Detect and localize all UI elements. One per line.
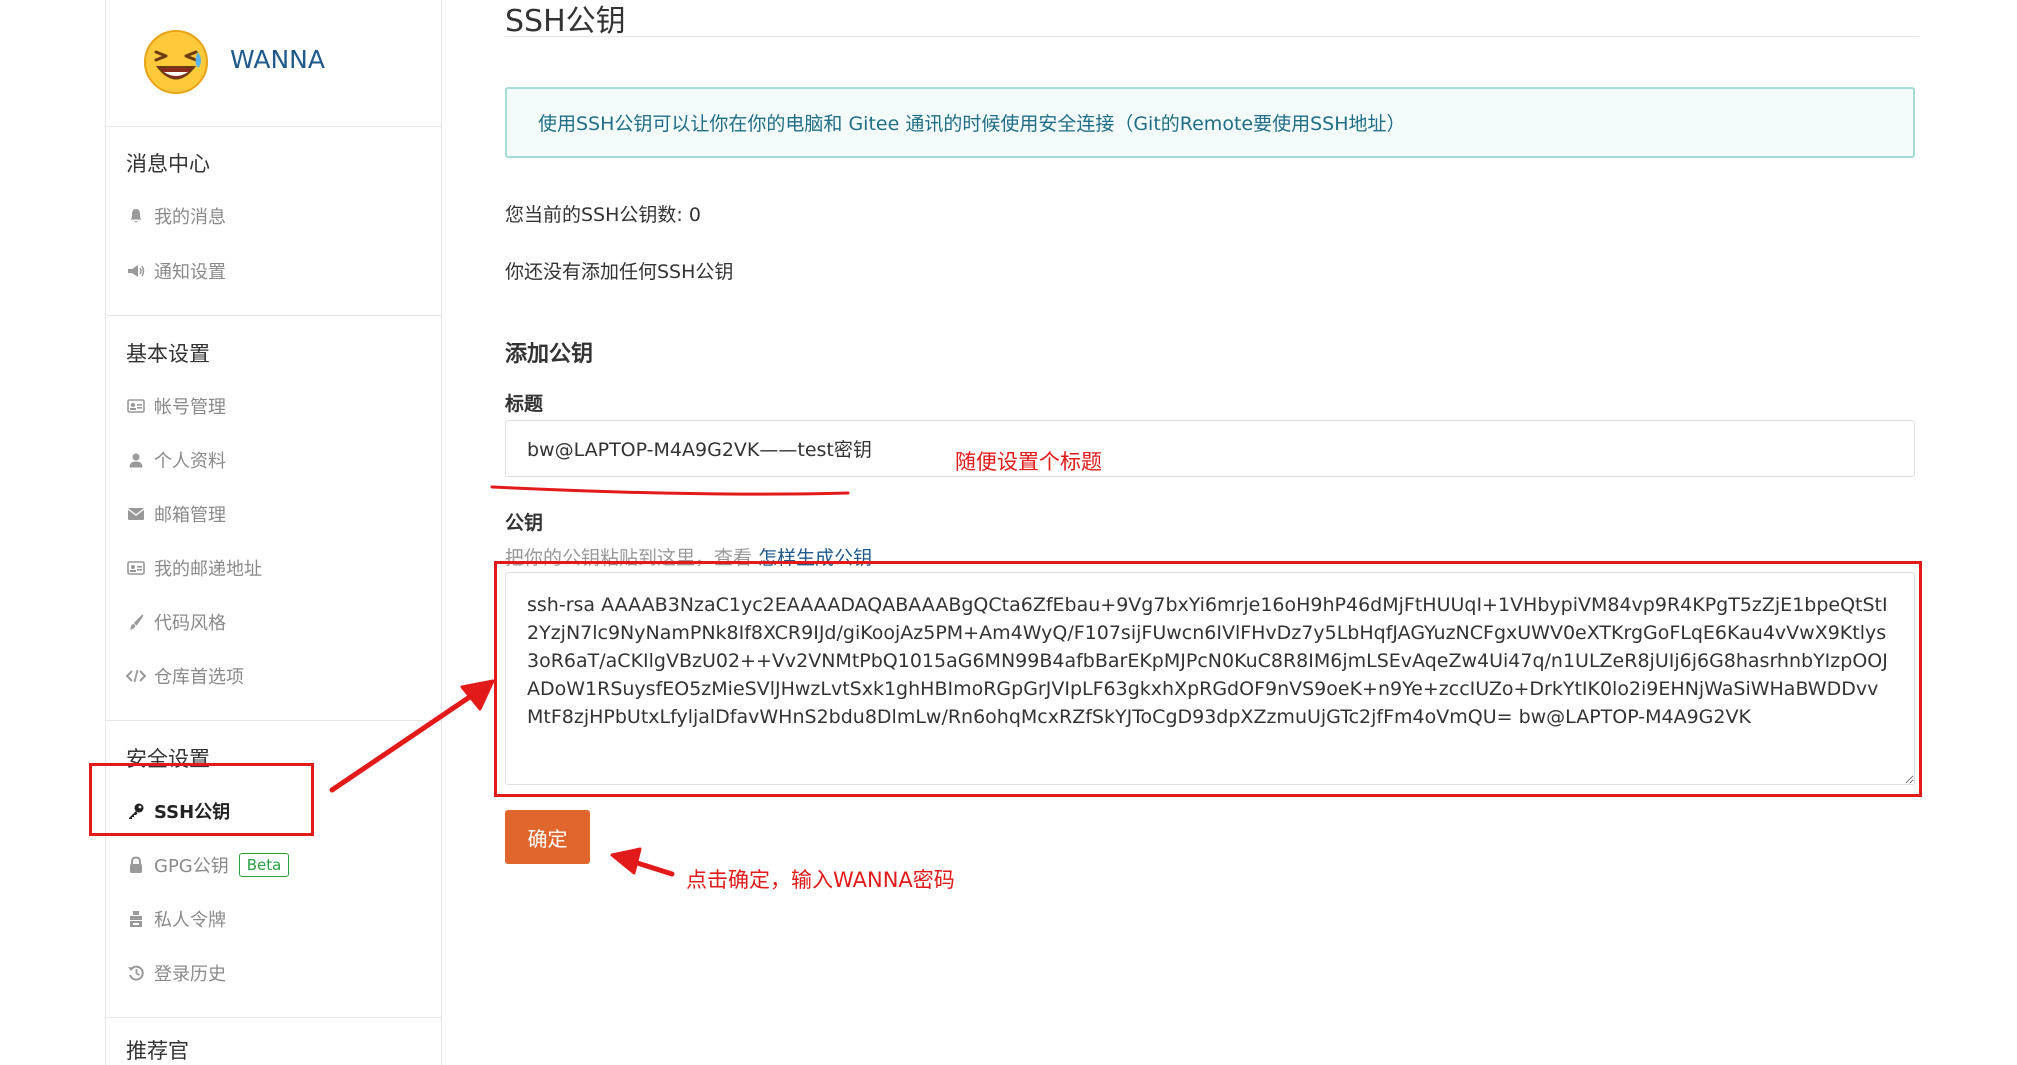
sidebar-item-gpg-keys[interactable]: GPG公钥 Beta [126, 850, 290, 880]
add-key-heading: 添加公钥 [505, 342, 594, 367]
no-keys-message: 你还没有添加任何SSH公钥 [505, 261, 734, 283]
sidebar-item-label: 帐号管理 [154, 397, 226, 418]
avatar[interactable] [138, 22, 214, 98]
info-alert: 使用SSH公钥可以让你在你的电脑和 Gitee 通讯的时候使用安全连接（Git的… [505, 87, 1915, 158]
megaphone-icon [126, 261, 146, 281]
sidebar-item-account[interactable]: 帐号管理 [126, 391, 226, 421]
sidebar-item-label: 登录历史 [154, 964, 226, 985]
sidebar-item-label: 邮箱管理 [154, 505, 226, 526]
section-title-basic-settings: 基本设置 [126, 342, 210, 366]
paintbrush-icon [126, 612, 146, 632]
section-divider [106, 720, 441, 721]
section-title-referral[interactable]: 推荐官 [126, 1035, 189, 1065]
user-block: WANNA [106, 0, 441, 127]
public-key-label: 公钥 [505, 512, 544, 534]
section-divider [106, 315, 441, 316]
lock-icon [126, 855, 146, 875]
sidebar-item-label: GPG公钥 [154, 856, 229, 877]
sidebar-item-code-style[interactable]: 代码风格 [126, 607, 226, 637]
beta-badge: Beta [238, 853, 290, 877]
sidebar-item-notification-settings[interactable]: 通知设置 [126, 256, 226, 286]
code-icon [126, 666, 146, 686]
sidebar-item-label: 个人资料 [154, 451, 226, 472]
username[interactable]: WANNA [230, 45, 325, 74]
title-label: 标题 [505, 393, 544, 415]
sidebar-item-my-messages[interactable]: 我的消息 [126, 201, 226, 231]
sidebar-item-profile[interactable]: 个人资料 [126, 445, 226, 475]
sidebar-item-label: 代码风格 [154, 613, 226, 634]
sidebar-item-postal-address[interactable]: 我的邮递地址 [126, 553, 262, 583]
sidebar-item-personal-tokens[interactable]: 私人令牌 [126, 904, 226, 934]
envelope-icon [126, 504, 146, 524]
ssh-key-count: 您当前的SSH公钥数: 0 [505, 204, 701, 226]
sidebar-item-label: 私人令牌 [154, 910, 226, 931]
laughing-emoji-icon [144, 30, 208, 94]
sidebar-item-repo-preferences[interactable]: 仓库首选项 [126, 661, 244, 691]
token-icon [126, 909, 146, 929]
section-title-messages: 消息中心 [126, 152, 210, 176]
annotation-box-ssh-sidebar [89, 763, 314, 836]
annotation-arrowhead-to-key [460, 679, 495, 711]
main-content: SSH公钥 使用SSH公钥可以让你在你的电脑和 Gitee 通讯的时候使用安全连… [505, 0, 1925, 1065]
key-title-input[interactable] [505, 420, 1915, 477]
info-alert-text: 使用SSH公钥可以让你在你的电脑和 Gitee 通讯的时候使用安全连接（Git的… [538, 113, 1406, 135]
sidebar-item-email[interactable]: 邮箱管理 [126, 499, 226, 529]
sidebar-item-label: 我的消息 [154, 207, 226, 228]
title-divider [505, 36, 1919, 37]
page-title: SSH公钥 [505, 4, 626, 39]
history-icon [126, 963, 146, 983]
sidebar-item-login-history[interactable]: 登录历史 [126, 958, 226, 988]
sidebar-item-label: 我的邮递地址 [154, 559, 262, 580]
bell-icon [126, 206, 146, 226]
user-icon [126, 450, 146, 470]
address-card-icon [126, 558, 146, 578]
section-divider [106, 1017, 441, 1018]
sidebar-item-label: 仓库首选项 [154, 667, 244, 688]
annotation-submit-note: 点击确定，输入WANNA密码 [686, 868, 955, 892]
annotation-title-note: 随便设置个标题 [955, 450, 1102, 474]
sidebar-item-label: 通知设置 [154, 262, 226, 283]
sidebar: WANNA 消息中心 我的消息 通知设置 基本设置 帐号管理 个人资料 邮箱管理 [105, 0, 442, 1065]
id-card-icon [126, 396, 146, 416]
confirm-button[interactable]: 确定 [505, 810, 590, 864]
annotation-box-public-key [494, 561, 1922, 797]
